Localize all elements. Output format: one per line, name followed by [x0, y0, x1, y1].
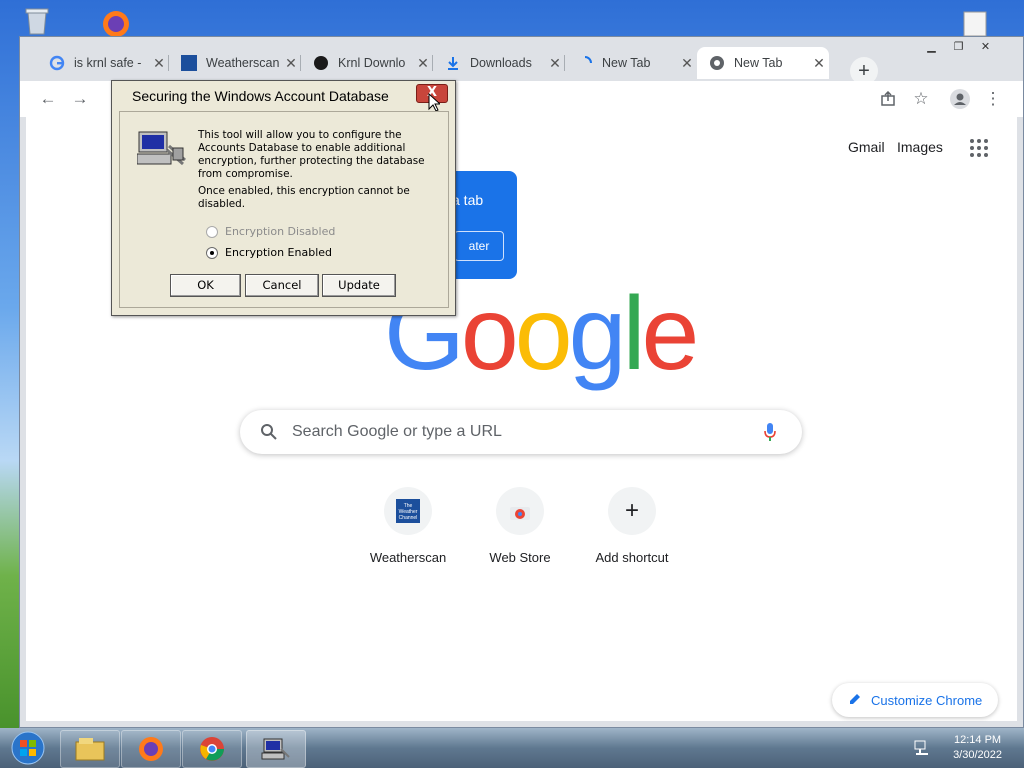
radio-button[interactable]	[206, 225, 218, 238]
radio-encryption-disabled[interactable]: Encryption Disabled	[206, 225, 335, 238]
menu-dots-icon[interactable]: ⋮	[981, 87, 1005, 111]
plus-icon: +	[608, 487, 656, 535]
close-tab-icon[interactable]: ✕	[281, 55, 301, 72]
back-icon[interactable]: ←	[36, 87, 60, 111]
images-link[interactable]: Images	[897, 139, 943, 155]
document-icon[interactable]	[958, 10, 992, 37]
firefox-icon[interactable]	[96, 6, 136, 37]
search-input[interactable]: Search Google or type a URL	[292, 423, 502, 441]
search-box[interactable]: Search Google or type a URL	[240, 410, 802, 454]
dialog-title: Securing the Windows Account Database	[132, 88, 389, 104]
shortcut-web-store[interactable]: Web Store	[464, 487, 576, 565]
shortcut-label: Add shortcut	[595, 550, 669, 565]
tab-4[interactable]: Downloads ✕	[433, 47, 565, 79]
ok-button[interactable]: OK	[170, 274, 241, 297]
dialog-description: This tool will allow you to configure th…	[198, 129, 425, 180]
radio-label: Encryption Disabled	[225, 225, 336, 238]
weather-channel-logo: The Weather Channel	[396, 499, 420, 523]
network-icon[interactable]	[914, 740, 930, 761]
pencil-icon	[848, 692, 862, 709]
search-icon	[260, 423, 278, 446]
weather-channel-icon: The Weather Channel	[384, 487, 432, 535]
tab-3[interactable]: Krnl Downlo ✕	[301, 47, 433, 79]
taskbar: 12:14 PM 3/30/2022	[0, 728, 1024, 768]
tab-title: Weatherscan	[206, 56, 280, 70]
close-tab-icon[interactable]: ✕	[413, 55, 433, 72]
download-icon	[445, 55, 461, 71]
tab-2[interactable]: Weatherscan ✕	[169, 47, 301, 79]
logo-letter: l	[622, 276, 645, 392]
forward-icon[interactable]: →	[68, 87, 92, 111]
start-button[interactable]	[6, 730, 50, 766]
apps-grid-icon[interactable]	[970, 139, 988, 157]
weather-channel-logo-text: The Weather Channel	[398, 503, 418, 521]
clock-date: 3/30/2022	[953, 749, 1002, 761]
bookmark-star-icon[interactable]: ☆	[909, 87, 933, 111]
syskey-dialog: Securing the Windows Account Database X …	[111, 80, 456, 316]
promo-button[interactable]: ater	[454, 231, 504, 261]
radio-encryption-enabled[interactable]: Encryption Enabled	[206, 246, 332, 259]
logo-letter: g	[568, 276, 627, 392]
close-tab-icon[interactable]: ✕	[545, 55, 565, 72]
tab-strip: is krnl safe - ✕ Weatherscan ✕ Krnl Down…	[32, 45, 1023, 85]
krnl-icon	[313, 55, 329, 71]
tab-1[interactable]: is krnl safe - ✕	[37, 47, 169, 79]
shortcut-label: Weatherscan	[369, 550, 447, 565]
clock-time: 12:14 PM	[953, 734, 1002, 746]
update-button[interactable]: Update	[322, 274, 396, 297]
radio-button[interactable]	[206, 246, 218, 259]
chrome-icon	[709, 55, 725, 71]
computer-lock-icon	[136, 130, 189, 174]
tab-5[interactable]: New Tab ✕	[565, 47, 697, 79]
recycle-bin-icon[interactable]	[20, 6, 54, 36]
shortcut-add[interactable]: + Add shortcut	[576, 487, 688, 565]
customize-chrome-button[interactable]: Customize Chrome	[832, 683, 998, 717]
tab-title: is krnl safe -	[74, 56, 142, 70]
shortcut-label: Web Store	[489, 550, 551, 565]
radio-label: Encryption Enabled	[225, 246, 333, 259]
cancel-button[interactable]: Cancel	[245, 274, 319, 297]
shortcut-weatherscan[interactable]: The Weather Channel Weatherscan	[352, 487, 464, 565]
firefox-icon[interactable]	[121, 730, 181, 768]
google-g-icon	[49, 55, 65, 71]
chrome-icon[interactable]	[182, 730, 242, 768]
tab-title: Downloads	[470, 56, 532, 70]
loading-icon	[577, 55, 593, 71]
web-store-icon	[496, 487, 544, 535]
logo-letter: o	[460, 276, 519, 392]
logo-letter: e	[641, 276, 700, 392]
close-tab-icon[interactable]: ✕	[149, 55, 169, 72]
tab-title: New Tab	[602, 56, 651, 70]
profile-avatar-icon[interactable]	[948, 87, 972, 111]
customize-chrome-label: Customize Chrome	[871, 692, 983, 708]
logo-letter: o	[514, 276, 573, 392]
weather-channel-icon	[181, 55, 197, 71]
dialog-warning: Once enabled, this encryption cannot be …	[198, 185, 410, 210]
clock[interactable]: 12:14 PM 3/30/2022	[953, 733, 1002, 763]
tab-title: New Tab	[734, 56, 783, 70]
close-tab-icon[interactable]: ✕	[809, 55, 829, 72]
tab-title: Krnl Downlo	[338, 56, 406, 70]
share-icon[interactable]	[876, 87, 900, 111]
syskey-icon[interactable]	[246, 730, 306, 768]
promo-text: a tab	[452, 192, 484, 208]
tab-6-active[interactable]: New Tab ✕	[697, 47, 829, 79]
close-tab-icon[interactable]: ✕	[677, 55, 697, 72]
file-explorer-icon[interactable]	[60, 730, 120, 768]
microphone-icon[interactable]	[763, 422, 777, 447]
gmail-link[interactable]: Gmail	[848, 139, 885, 155]
